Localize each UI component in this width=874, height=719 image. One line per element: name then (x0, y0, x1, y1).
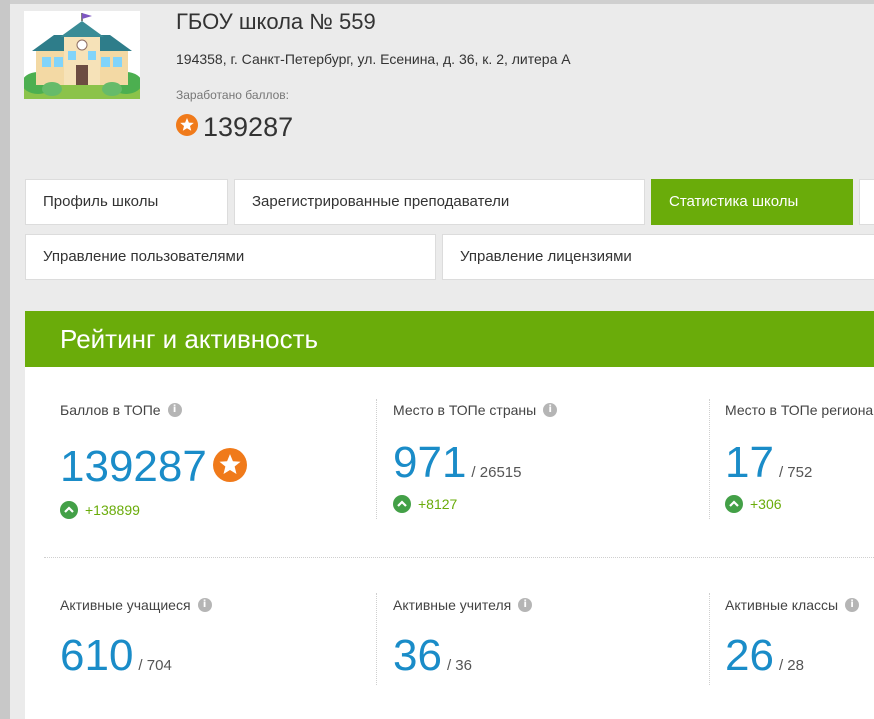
region-place-delta-text: +306 (750, 496, 782, 512)
region-place-total: / 752 (778, 464, 813, 481)
rating-title: Рейтинг и активность (60, 324, 319, 354)
tab-teachers[interactable]: Зарегистрированные преподаватели (234, 179, 645, 225)
active-teachers-value: 36 / 36 (393, 633, 472, 679)
rating-header: Рейтинг и активность (25, 311, 874, 367)
info-icon[interactable]: i (518, 598, 533, 612)
active-students-value: 610 / 704 (60, 633, 172, 679)
tab-profile[interactable]: Профиль школы (25, 179, 228, 225)
top-points-number: 139287 (60, 442, 207, 491)
country-place-number: 971 (393, 438, 467, 487)
tab-hidden[interactable] (859, 179, 874, 225)
arrow-up-icon (393, 495, 411, 513)
top-border (10, 0, 874, 4)
top-points-label: Баллов в ТОПе i (60, 402, 182, 418)
school-title: ГБОУ школа № 559 (176, 9, 376, 34)
arrow-up-icon (725, 495, 743, 513)
star-icon (212, 447, 247, 487)
column-divider (376, 593, 377, 685)
active-classes-label-text: Активные классы (725, 597, 839, 613)
active-students-label-text: Активные учащиеся (60, 597, 191, 613)
top-points-delta: +138899 (60, 501, 140, 519)
active-teachers-number: 36 (393, 631, 442, 680)
active-classes-total: / 28 (778, 657, 804, 674)
info-icon[interactable]: i (197, 598, 212, 612)
rating-section: Рейтинг и активность Баллов в ТОПе i 139… (25, 311, 874, 719)
star-icon (176, 113, 198, 141)
active-classes-number: 26 (725, 631, 774, 680)
top-points-delta-text: +138899 (85, 502, 140, 518)
country-place-value: 971 / 26515 (393, 440, 521, 486)
country-place-delta-text: +8127 (418, 496, 458, 512)
arrow-up-icon (60, 501, 78, 519)
country-place-total: / 26515 (471, 464, 522, 481)
info-icon[interactable]: i (167, 403, 182, 417)
active-teachers-label-text: Активные учителя (393, 597, 512, 613)
info-icon[interactable]: i (845, 598, 860, 612)
active-teachers-total: / 36 (446, 657, 472, 674)
top-points-value: 139287 (60, 444, 247, 490)
region-place-number: 17 (725, 438, 774, 487)
active-students-label: Активные учащиеся i (60, 597, 212, 613)
school-building-icon (24, 11, 140, 99)
region-place-label-text: Место в ТОПе региона (725, 402, 874, 418)
school-logo (24, 11, 140, 99)
tab-users[interactable]: Управление пользователями (25, 234, 436, 280)
country-place-label-text: Место в ТОПе страны (393, 402, 537, 418)
column-divider (709, 593, 710, 685)
earned-value: 139287 (203, 112, 294, 142)
tab-stats[interactable]: Статистика школы (651, 179, 853, 225)
active-classes-value: 26 / 28 (725, 633, 804, 679)
active-students-total: / 704 (138, 657, 172, 674)
top-points-label-text: Баллов в ТОПе (60, 402, 161, 418)
active-classes-label: Активные классы i (725, 597, 860, 613)
column-divider (709, 399, 710, 519)
country-place-delta: +8127 (393, 495, 457, 513)
school-page: ГБОУ школа № 559 194358, г. Санкт-Петерб… (10, 0, 874, 719)
earned-points: 139287 (176, 109, 293, 145)
earned-label: Заработано баллов: (176, 88, 290, 102)
active-students-number: 610 (60, 631, 134, 680)
school-address: 194358, г. Санкт-Петербург, ул. Есенина,… (176, 51, 571, 67)
country-place-label: Место в ТОПе страны i (393, 402, 558, 418)
info-icon[interactable]: i (543, 403, 558, 417)
tab-licenses[interactable]: Управление лицензиями (442, 234, 874, 280)
column-divider (376, 399, 377, 519)
region-place-value: 17 / 752 (725, 440, 812, 486)
region-place-label: Место в ТОПе региона i (725, 402, 874, 418)
region-place-delta: +306 (725, 495, 782, 513)
row-divider (44, 557, 874, 558)
active-teachers-label: Активные учителя i (393, 597, 533, 613)
